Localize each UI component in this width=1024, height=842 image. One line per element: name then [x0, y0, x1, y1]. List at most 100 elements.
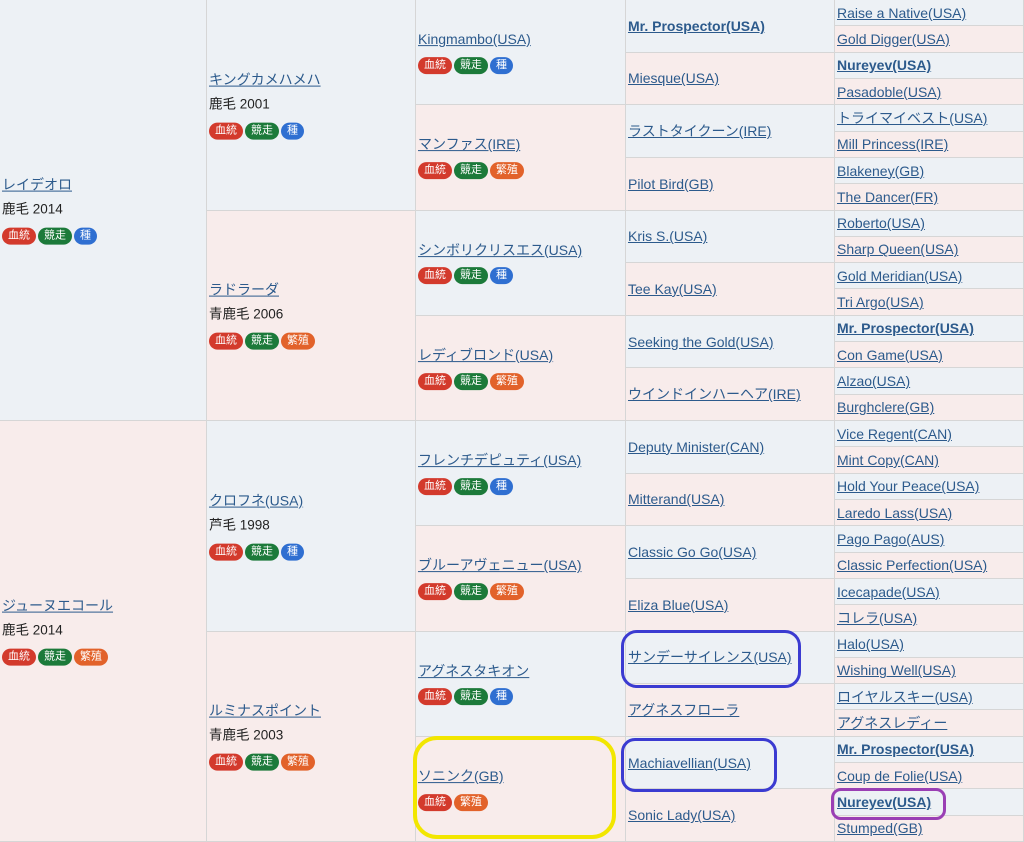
badge-blood[interactable]: 血統 [418, 478, 452, 496]
horse-link-horse[interactable]: ジューヌエコール [2, 598, 113, 614]
badge-sire[interactable]: 種 [74, 227, 97, 245]
badge-race[interactable]: 競走 [245, 122, 279, 140]
horse-link-classic-go-go-usa[interactable]: Classic Go Go(USA) [628, 544, 756, 560]
badge-blood[interactable]: 血統 [418, 583, 452, 601]
horse-link-pasadoble-usa[interactable]: Pasadoble(USA) [837, 84, 941, 100]
horse-link-the-dancer-fr[interactable]: The Dancer(FR) [837, 189, 938, 205]
horse-link-horse[interactable]: レイデオロ [2, 177, 72, 193]
horse-link-ire[interactable]: ウインドインハーヘア(IRE) [628, 386, 801, 402]
horse-link-stumped-gb[interactable]: Stumped(GB) [837, 820, 923, 836]
horse-link-hold-your-peace-usa[interactable]: Hold Your Peace(USA) [837, 478, 979, 494]
horse-link-tri-argo-usa[interactable]: Tri Argo(USA) [837, 294, 924, 310]
badge-broodmare[interactable]: 繁殖 [490, 583, 524, 601]
horse-link-blakeney-gb[interactable]: Blakeney(GB) [837, 163, 924, 179]
badge-broodmare[interactable]: 繁殖 [454, 793, 488, 811]
badge-blood[interactable]: 血統 [2, 648, 36, 666]
horse-link-gb[interactable]: ソニンク(GB) [418, 768, 504, 784]
horse-link-horse[interactable]: アグネスフローラ [628, 702, 739, 718]
badge-sire[interactable]: 種 [281, 122, 304, 140]
horse-link-mr-prospector-usa[interactable]: Mr. Prospector(USA) [837, 320, 974, 336]
horse-link-nureyev-usa[interactable]: Nureyev(USA) [837, 57, 931, 73]
badge-race[interactable]: 競走 [38, 648, 72, 666]
horse-link-kingmambo-usa[interactable]: Kingmambo(USA) [418, 31, 531, 47]
horse-link-miesque-usa[interactable]: Miesque(USA) [628, 70, 719, 86]
badge-blood[interactable]: 血統 [418, 57, 452, 75]
horse-link-ire[interactable]: ラストタイクーン(IRE) [628, 123, 771, 139]
horse-link-mr-prospector-usa[interactable]: Mr. Prospector(USA) [837, 741, 974, 757]
badge-race[interactable]: 競走 [454, 688, 488, 706]
horse-link-horse[interactable]: ラドラーダ [209, 282, 279, 298]
horse-link-kris-s-usa[interactable]: Kris S.(USA) [628, 228, 707, 244]
badge-sire[interactable]: 種 [490, 57, 513, 75]
badge-blood[interactable]: 血統 [418, 372, 452, 390]
horse-link-gold-digger-usa[interactable]: Gold Digger(USA) [837, 31, 950, 47]
badge-blood[interactable]: 血統 [418, 688, 452, 706]
horse-link-icecapade-usa[interactable]: Icecapade(USA) [837, 584, 940, 600]
horse-link-coup-de-folie-usa[interactable]: Coup de Folie(USA) [837, 768, 962, 784]
badge-race[interactable]: 競走 [454, 372, 488, 390]
badge-sire[interactable]: 種 [490, 688, 513, 706]
horse-link-sonic-lady-usa[interactable]: Sonic Lady(USA) [628, 807, 735, 823]
badge-race[interactable]: 競走 [245, 753, 279, 771]
horse-link-laredo-lass-usa[interactable]: Laredo Lass(USA) [837, 505, 952, 521]
badge-race[interactable]: 競走 [454, 583, 488, 601]
horse-link-pilot-bird-gb[interactable]: Pilot Bird(GB) [628, 176, 714, 192]
badge-race[interactable]: 競走 [454, 267, 488, 285]
horse-link-alzao-usa[interactable]: Alzao(USA) [837, 373, 910, 389]
horse-link-roberto-usa[interactable]: Roberto(USA) [837, 215, 925, 231]
badge-broodmare[interactable]: 繁殖 [281, 332, 315, 350]
horse-link-wishing-well-usa[interactable]: Wishing Well(USA) [837, 662, 956, 678]
horse-link-ire[interactable]: マンファス(IRE) [418, 136, 520, 152]
badge-sire[interactable]: 種 [281, 543, 304, 561]
horse-link-classic-perfection-usa[interactable]: Classic Perfection(USA) [837, 557, 987, 573]
horse-link-gold-meridian-usa[interactable]: Gold Meridian(USA) [837, 268, 962, 284]
badge-race[interactable]: 競走 [454, 162, 488, 180]
badge-broodmare[interactable]: 繁殖 [490, 162, 524, 180]
horse-link-burghclere-gb[interactable]: Burghclere(GB) [837, 399, 934, 415]
horse-link-usa[interactable]: ブルーアヴェニュー(USA) [418, 557, 582, 573]
horse-link-usa[interactable]: シンボリクリスエス(USA) [418, 242, 582, 258]
horse-link-usa[interactable]: レディブロンド(USA) [418, 347, 553, 363]
horse-link-raise-a-native-usa[interactable]: Raise a Native(USA) [837, 5, 966, 21]
horse-link-eliza-blue-usa[interactable]: Eliza Blue(USA) [628, 597, 728, 613]
badge-blood[interactable]: 血統 [209, 543, 243, 561]
horse-link-mint-copy-can[interactable]: Mint Copy(CAN) [837, 452, 939, 468]
horse-link-usa[interactable]: コレラ(USA) [837, 610, 917, 626]
horse-link-mr-prospector-usa[interactable]: Mr. Prospector(USA) [628, 18, 765, 34]
badge-sire[interactable]: 種 [490, 267, 513, 285]
horse-link-sharp-queen-usa[interactable]: Sharp Queen(USA) [837, 241, 958, 257]
horse-link-tee-kay-usa[interactable]: Tee Kay(USA) [628, 281, 717, 297]
horse-link-horse[interactable]: キングカメハメハ [209, 71, 321, 87]
horse-link-mitterand-usa[interactable]: Mitterand(USA) [628, 491, 724, 507]
badge-blood[interactable]: 血統 [209, 753, 243, 771]
badge-broodmare[interactable]: 繁殖 [490, 372, 524, 390]
horse-link-pago-pago-aus[interactable]: Pago Pago(AUS) [837, 531, 944, 547]
horse-link-nureyev-usa[interactable]: Nureyev(USA) [837, 794, 931, 810]
horse-link-usa[interactable]: ロイヤルスキー(USA) [837, 689, 973, 705]
horse-link-seeking-the-gold-usa[interactable]: Seeking the Gold(USA) [628, 334, 774, 350]
horse-link-usa[interactable]: クロフネ(USA) [209, 492, 303, 508]
badge-broodmare[interactable]: 繁殖 [74, 648, 108, 666]
horse-link-horse[interactable]: アグネスレディー [837, 715, 947, 731]
badge-broodmare[interactable]: 繁殖 [281, 753, 315, 771]
horse-link-halo-usa[interactable]: Halo(USA) [837, 636, 904, 652]
badge-blood[interactable]: 血統 [418, 267, 452, 285]
badge-blood[interactable]: 血統 [209, 332, 243, 350]
badge-race[interactable]: 競走 [245, 332, 279, 350]
badge-blood[interactable]: 血統 [418, 162, 452, 180]
horse-link-vice-regent-can[interactable]: Vice Regent(CAN) [837, 426, 952, 442]
horse-link-horse[interactable]: ルミナスポイント [209, 703, 321, 719]
badge-race[interactable]: 競走 [38, 227, 72, 245]
horse-link-machiavellian-usa[interactable]: Machiavellian(USA) [628, 755, 751, 771]
horse-link-usa[interactable]: トライマイベスト(USA) [837, 110, 987, 126]
horse-link-mill-princess-ire[interactable]: Mill Princess(IRE) [837, 136, 948, 152]
badge-race[interactable]: 競走 [454, 478, 488, 496]
horse-link-deputy-minister-can[interactable]: Deputy Minister(CAN) [628, 439, 764, 455]
horse-link-usa[interactable]: フレンチデピュティ(USA) [418, 452, 581, 468]
badge-blood[interactable]: 血統 [2, 227, 36, 245]
badge-race[interactable]: 競走 [245, 543, 279, 561]
badge-sire[interactable]: 種 [490, 478, 513, 496]
badge-blood[interactable]: 血統 [209, 122, 243, 140]
horse-link-horse[interactable]: アグネスタキオン [418, 663, 529, 679]
horse-link-con-game-usa[interactable]: Con Game(USA) [837, 347, 943, 363]
